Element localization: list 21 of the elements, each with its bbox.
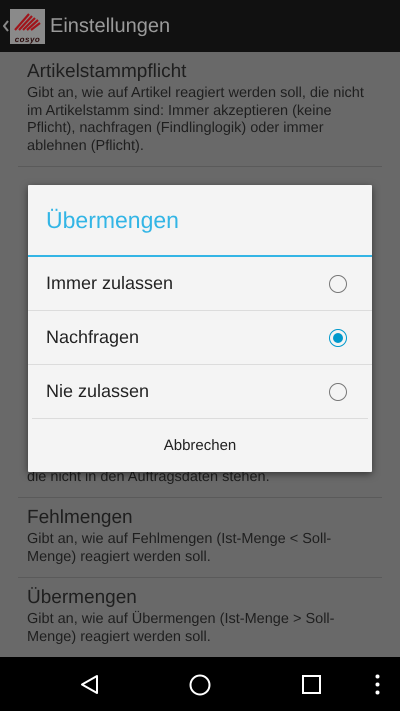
setting-title: Übermengen <box>27 586 138 609</box>
home-icon[interactable] <box>189 674 211 696</box>
app-logo: cosyo <box>10 8 45 44</box>
back-caret-icon[interactable] <box>3 20 9 32</box>
option-item[interactable]: Nachfragen <box>28 311 372 365</box>
overflow-menu-icon[interactable] <box>375 674 380 695</box>
radio-button[interactable] <box>329 382 347 400</box>
setting-description: Gibt an, wie auf Fehlmengen (Ist-Menge < Soll-Menge) reagiert werden soll. <box>27 531 332 566</box>
back-icon[interactable] <box>80 674 99 695</box>
screen-title: Einstellungen <box>50 14 170 38</box>
setting-title: Fehlmengen <box>27 506 134 529</box>
setting-description: Gibt an, wie auf Artikel reagiert werden soll, die nicht im Artikelstamm sind: Immer akzeptieren (keine Pflicht), nachfragen (Findlinglogik) oder immer ablehnen (Pflicht). <box>27 85 365 155</box>
radio-button[interactable] <box>329 328 347 346</box>
radio-button[interactable] <box>329 274 347 292</box>
option-item[interactable]: Nie zulassen <box>28 365 372 418</box>
recents-icon[interactable] <box>302 675 321 694</box>
option-item[interactable]: Immer zulassen <box>28 257 372 311</box>
dialog-title: Übermengen <box>28 185 372 257</box>
setting-description: Gibt an, wie auf Übermengen (Ist-Menge > Soll-Menge) reagiert werden soll. <box>27 611 336 646</box>
setting-title: Artikelstammpflicht <box>27 60 188 83</box>
cancel-button[interactable]: Abbrechen <box>32 419 368 472</box>
